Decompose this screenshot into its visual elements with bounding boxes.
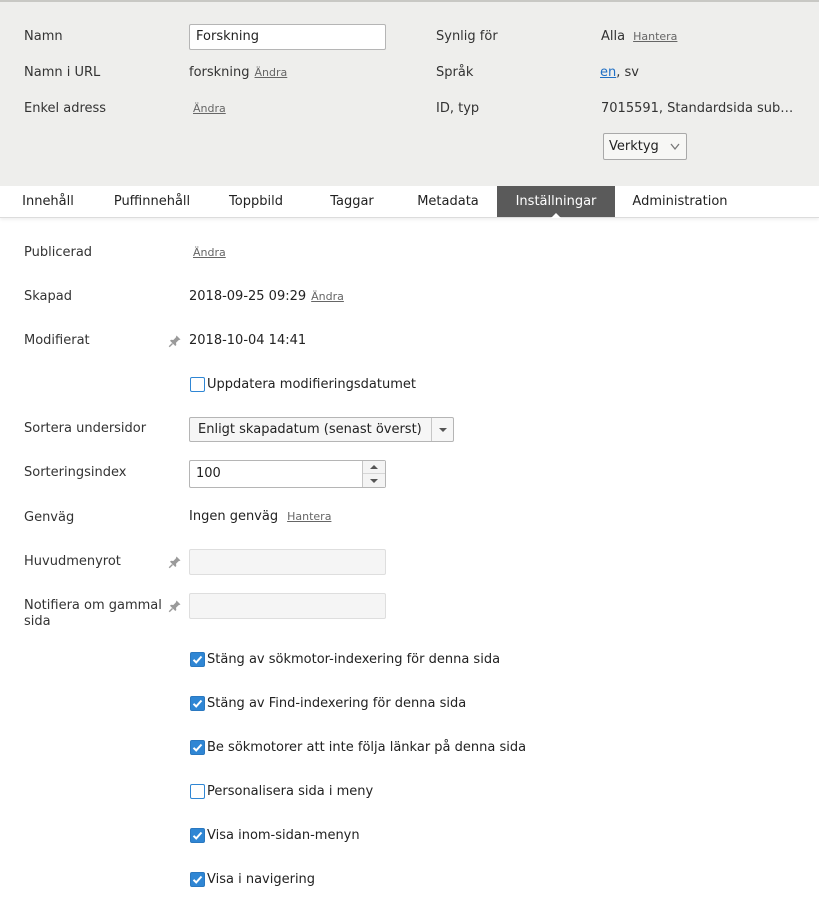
- published-row: Ändra: [188, 245, 226, 261]
- id-type-label: ID, typ: [436, 101, 480, 116]
- stepper-down-icon[interactable]: [363, 474, 385, 487]
- pin-icon[interactable]: [168, 599, 182, 613]
- stepper-up-icon[interactable]: [363, 461, 385, 474]
- modified-value: 2018-10-04 14:41: [189, 333, 307, 348]
- personalize-menu-checkbox[interactable]: [190, 784, 205, 799]
- page-header: Namn Forskning Namn i URL forskning Ändra…: [0, 0, 819, 186]
- name-label: Namn: [24, 29, 63, 44]
- notify-old-label-line1: Notifiera om gammal: [24, 598, 162, 613]
- nofollow-links-label: Be sökmotorer att inte följa länkar på d…: [207, 740, 527, 755]
- language-other: , sv: [616, 65, 639, 80]
- visible-for-value: Alla: [601, 29, 626, 44]
- notify-old-label-line2: sida: [24, 614, 51, 629]
- url-name-label: Namn i URL: [24, 65, 101, 80]
- checkmark-icon: [192, 655, 203, 664]
- created-value: 2018-09-25 09:29: [189, 289, 307, 304]
- show-in-page-menu-label: Visa inom-sidan-menyn: [207, 828, 360, 843]
- published-label: Publicerad: [24, 245, 93, 260]
- sort-children-label: Sortera undersidor: [24, 421, 147, 436]
- tab-top-image[interactable]: Toppbild: [218, 186, 294, 217]
- shortcut-manage-link[interactable]: Hantera: [287, 510, 331, 523]
- tab-settings[interactable]: Inställningar: [497, 186, 615, 218]
- created-label: Skapad: [24, 289, 72, 304]
- visible-for-label: Synlig för: [436, 29, 498, 44]
- main-menu-root-label: Huvudmenyrot: [24, 554, 121, 569]
- checkmark-icon: [192, 831, 203, 840]
- sort-index-label: Sorteringsindex: [24, 465, 127, 480]
- caret-down-icon: [431, 418, 453, 441]
- checkmark-icon: [192, 699, 203, 708]
- personalize-menu-label: Personalisera sida i meny: [207, 784, 374, 799]
- update-modified-checkbox[interactable]: [190, 377, 205, 392]
- chevron-down-icon: [670, 134, 680, 169]
- sort-index-stepper[interactable]: 100: [189, 460, 386, 488]
- simple-address-label: Enkel adress: [24, 101, 107, 116]
- simple-address-row: Ändra: [188, 98, 226, 120]
- pin-icon[interactable]: [168, 555, 182, 569]
- modified-label: Modifierat: [24, 333, 90, 348]
- shortcut-label: Genväg: [24, 510, 75, 525]
- created-change-link[interactable]: Ändra: [311, 290, 344, 303]
- sort-index-value: 100: [196, 466, 221, 481]
- disable-search-indexing-checkbox[interactable]: [190, 652, 205, 667]
- created-row: 2018-09-25 09:29 Ändra: [189, 289, 344, 305]
- disable-search-indexing-label: Stäng av sökmotor-indexering för denna s…: [207, 652, 501, 667]
- tab-metadata[interactable]: Metadata: [408, 186, 488, 217]
- disable-find-indexing-label: Stäng av Find-indexering för denna sida: [207, 696, 467, 711]
- url-name-value: forskning: [189, 65, 250, 80]
- checkmark-icon: [192, 875, 203, 884]
- show-in-navigation-checkbox[interactable]: [190, 872, 205, 887]
- tools-button-label: Verktyg: [609, 139, 659, 154]
- tab-bar: Innehåll Puffinnehåll Toppbild Taggar Me…: [0, 186, 819, 218]
- nofollow-links-checkbox[interactable]: [190, 740, 205, 755]
- simple-address-change-link[interactable]: Ändra: [193, 102, 226, 115]
- show-in-navigation-label: Visa i navigering: [207, 872, 316, 887]
- url-name-row: forskning Ändra: [189, 62, 287, 84]
- notify-old-page-field[interactable]: [189, 593, 386, 619]
- id-type-value: 7015591, Standardsida sub…: [601, 101, 794, 116]
- notify-old-page-label: Notifiera om gammal sida: [24, 598, 162, 630]
- language-en-link[interactable]: en: [600, 65, 616, 80]
- language-row: en, sv: [600, 62, 639, 84]
- shortcut-row: Ingen genväg Hantera: [189, 509, 331, 525]
- tab-tags[interactable]: Taggar: [318, 186, 386, 217]
- visible-for-row: Alla Hantera: [601, 26, 677, 48]
- show-in-page-menu-checkbox[interactable]: [190, 828, 205, 843]
- published-change-link[interactable]: Ändra: [193, 246, 226, 259]
- language-label: Språk: [436, 65, 474, 80]
- pin-icon[interactable]: [168, 334, 182, 348]
- shortcut-value: Ingen genväg: [189, 509, 279, 524]
- sort-children-selected-value: Enligt skapadatum (senast överst): [198, 422, 422, 437]
- disable-find-indexing-checkbox[interactable]: [190, 696, 205, 711]
- url-name-change-link[interactable]: Ändra: [255, 66, 288, 79]
- checkmark-icon: [192, 743, 203, 752]
- tools-dropdown-button[interactable]: Verktyg: [603, 133, 687, 160]
- sort-children-select[interactable]: Enligt skapadatum (senast överst): [189, 417, 454, 442]
- main-menu-root-field[interactable]: [189, 549, 386, 575]
- tab-administration[interactable]: Administration: [624, 186, 736, 217]
- tab-content[interactable]: Innehåll: [10, 186, 86, 217]
- tab-teaser-content[interactable]: Puffinnehåll: [104, 186, 200, 217]
- update-modified-checkbox-label: Uppdatera modifieringsdatumet: [207, 377, 416, 392]
- stepper-buttons: [362, 461, 385, 487]
- visible-for-manage-link[interactable]: Hantera: [633, 30, 677, 43]
- name-input[interactable]: Forskning: [189, 24, 386, 50]
